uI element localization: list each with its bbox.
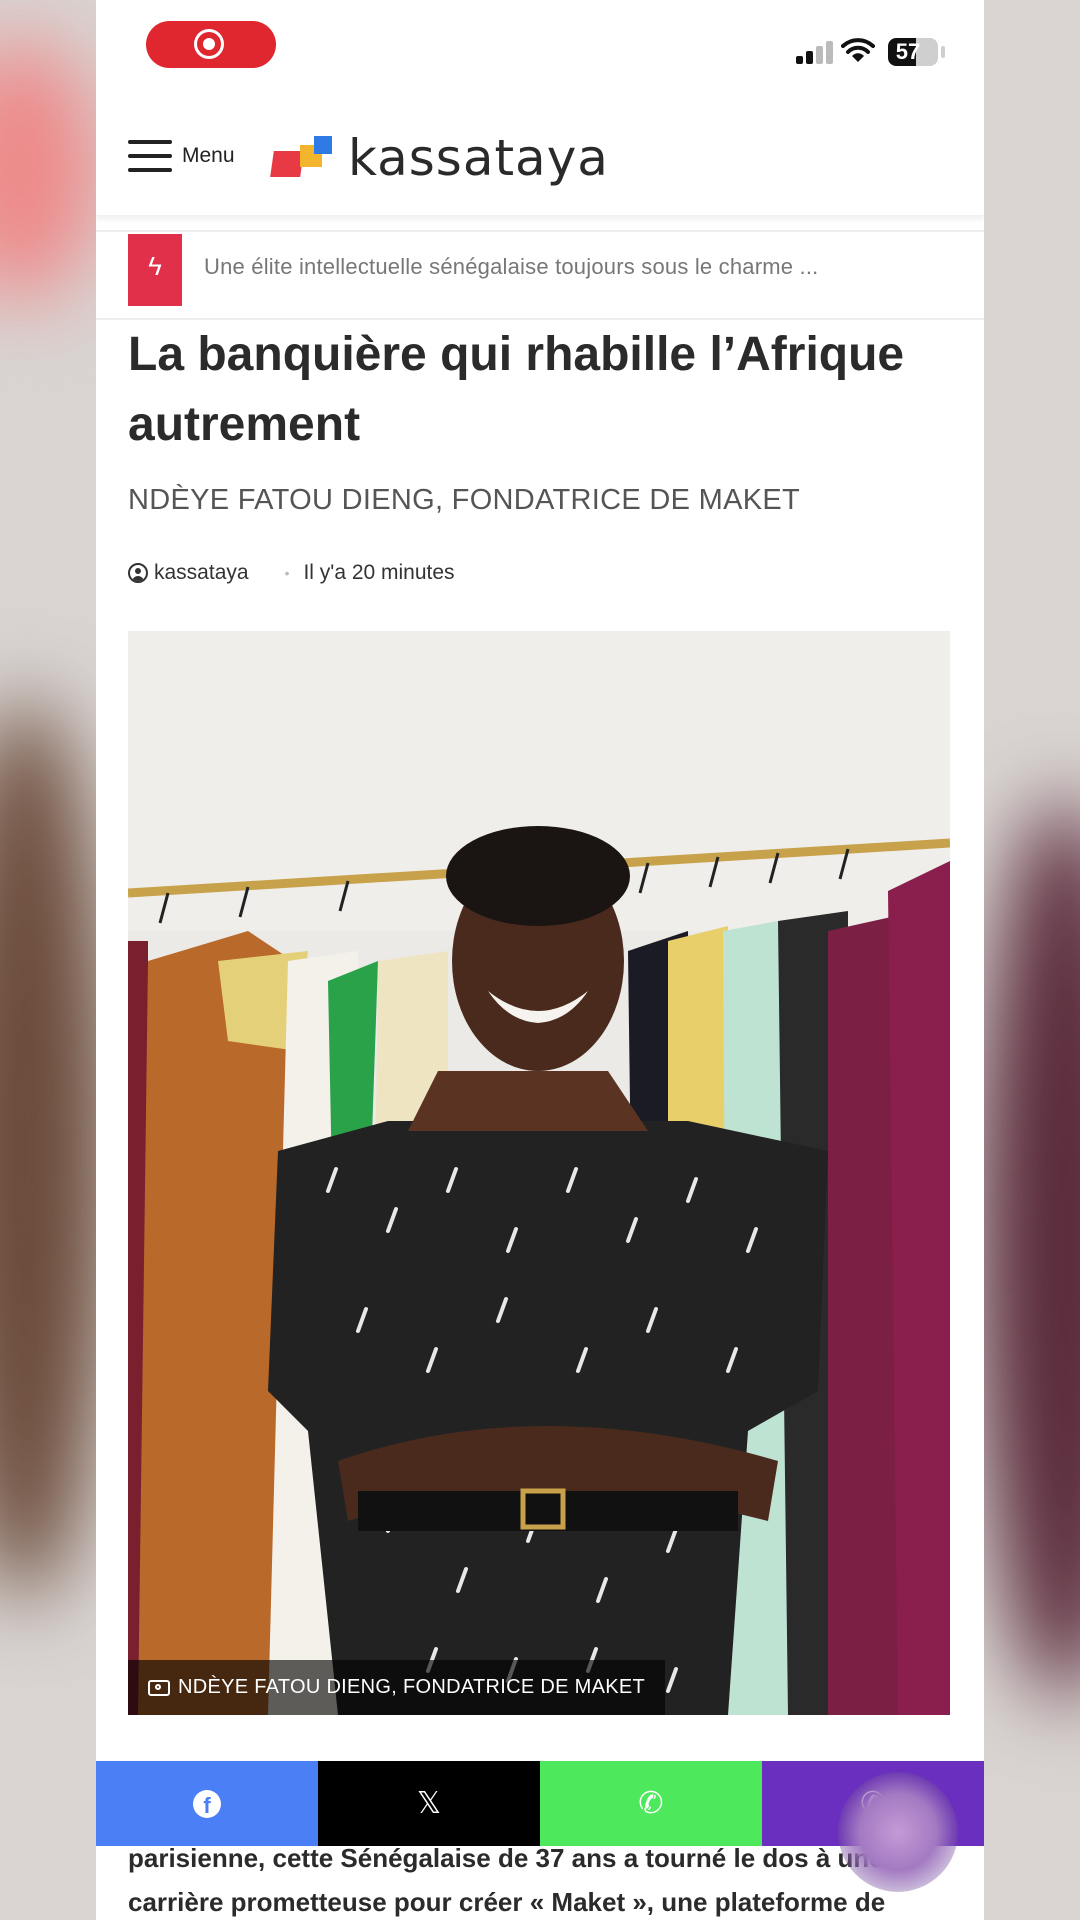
share-facebook-button[interactable]: f <box>96 1761 318 1846</box>
lightning-icon: ϟ <box>128 234 182 306</box>
wifi-icon <box>841 38 875 62</box>
author-link[interactable]: kassataya <box>154 561 249 585</box>
meta-separator: • <box>284 565 290 581</box>
battery-icon: 57 <box>888 38 938 66</box>
photo-illustration <box>128 631 950 1715</box>
record-dot <box>203 38 215 50</box>
share-x-button[interactable]: 𝕏 <box>318 1761 540 1846</box>
logo-text: kassataya <box>348 129 609 187</box>
camera-icon <box>148 1679 170 1696</box>
breaking-news-ticker[interactable]: ϟ Une élite intellectuelle sénégalaise t… <box>96 230 984 320</box>
battery-level: 57 <box>895 39 921 64</box>
site-logo[interactable]: kassataya <box>270 128 609 188</box>
site-header: Menu kassataya <box>96 100 984 215</box>
user-icon <box>128 563 148 583</box>
menu-label: Menu <box>182 144 235 167</box>
share-whatsapp-button[interactable]: ✆ <box>540 1761 762 1846</box>
article-title: La banquière qui rhabille l’Afrique autr… <box>128 328 905 451</box>
whatsapp-icon: ✆ <box>638 1787 664 1820</box>
facebook-icon: f <box>193 1789 221 1818</box>
photo-caption: NDÈYE FATOU DIENG, FONDATRICE DE MAKET <box>128 1660 666 1715</box>
phone-screen: 57 Menu kassataya ϟ Une élite intellectu… <box>96 0 984 1920</box>
article-subtitle: NDÈYE FATOU DIENG, FONDATRICE DE MAKET <box>128 484 801 516</box>
floating-assistive-touch-button[interactable] <box>838 1772 958 1892</box>
cellular-signal-icon <box>796 40 836 64</box>
status-bar: 57 <box>96 0 984 100</box>
ticker-headline[interactable]: Une élite intellectuelle sénégalaise tou… <box>204 254 964 280</box>
menu-button[interactable]: Menu <box>128 136 235 176</box>
article-body: parisienne, cette Sénégalaise de 37 ans … <box>128 1843 886 1917</box>
article-photo[interactable] <box>128 631 950 1715</box>
screen-record-indicator[interactable] <box>146 21 276 68</box>
publish-time: Il y'a 20 minutes <box>303 561 455 584</box>
x-icon: 𝕏 <box>416 1787 442 1820</box>
photo-caption-text: NDÈYE FATOU DIENG, FONDATRICE DE MAKET <box>178 1676 646 1698</box>
logo-mark-icon <box>270 133 342 183</box>
article-meta: kassataya • Il y'a 20 minutes <box>128 561 455 585</box>
hamburger-icon <box>128 138 172 174</box>
battery-tip <box>941 46 945 58</box>
